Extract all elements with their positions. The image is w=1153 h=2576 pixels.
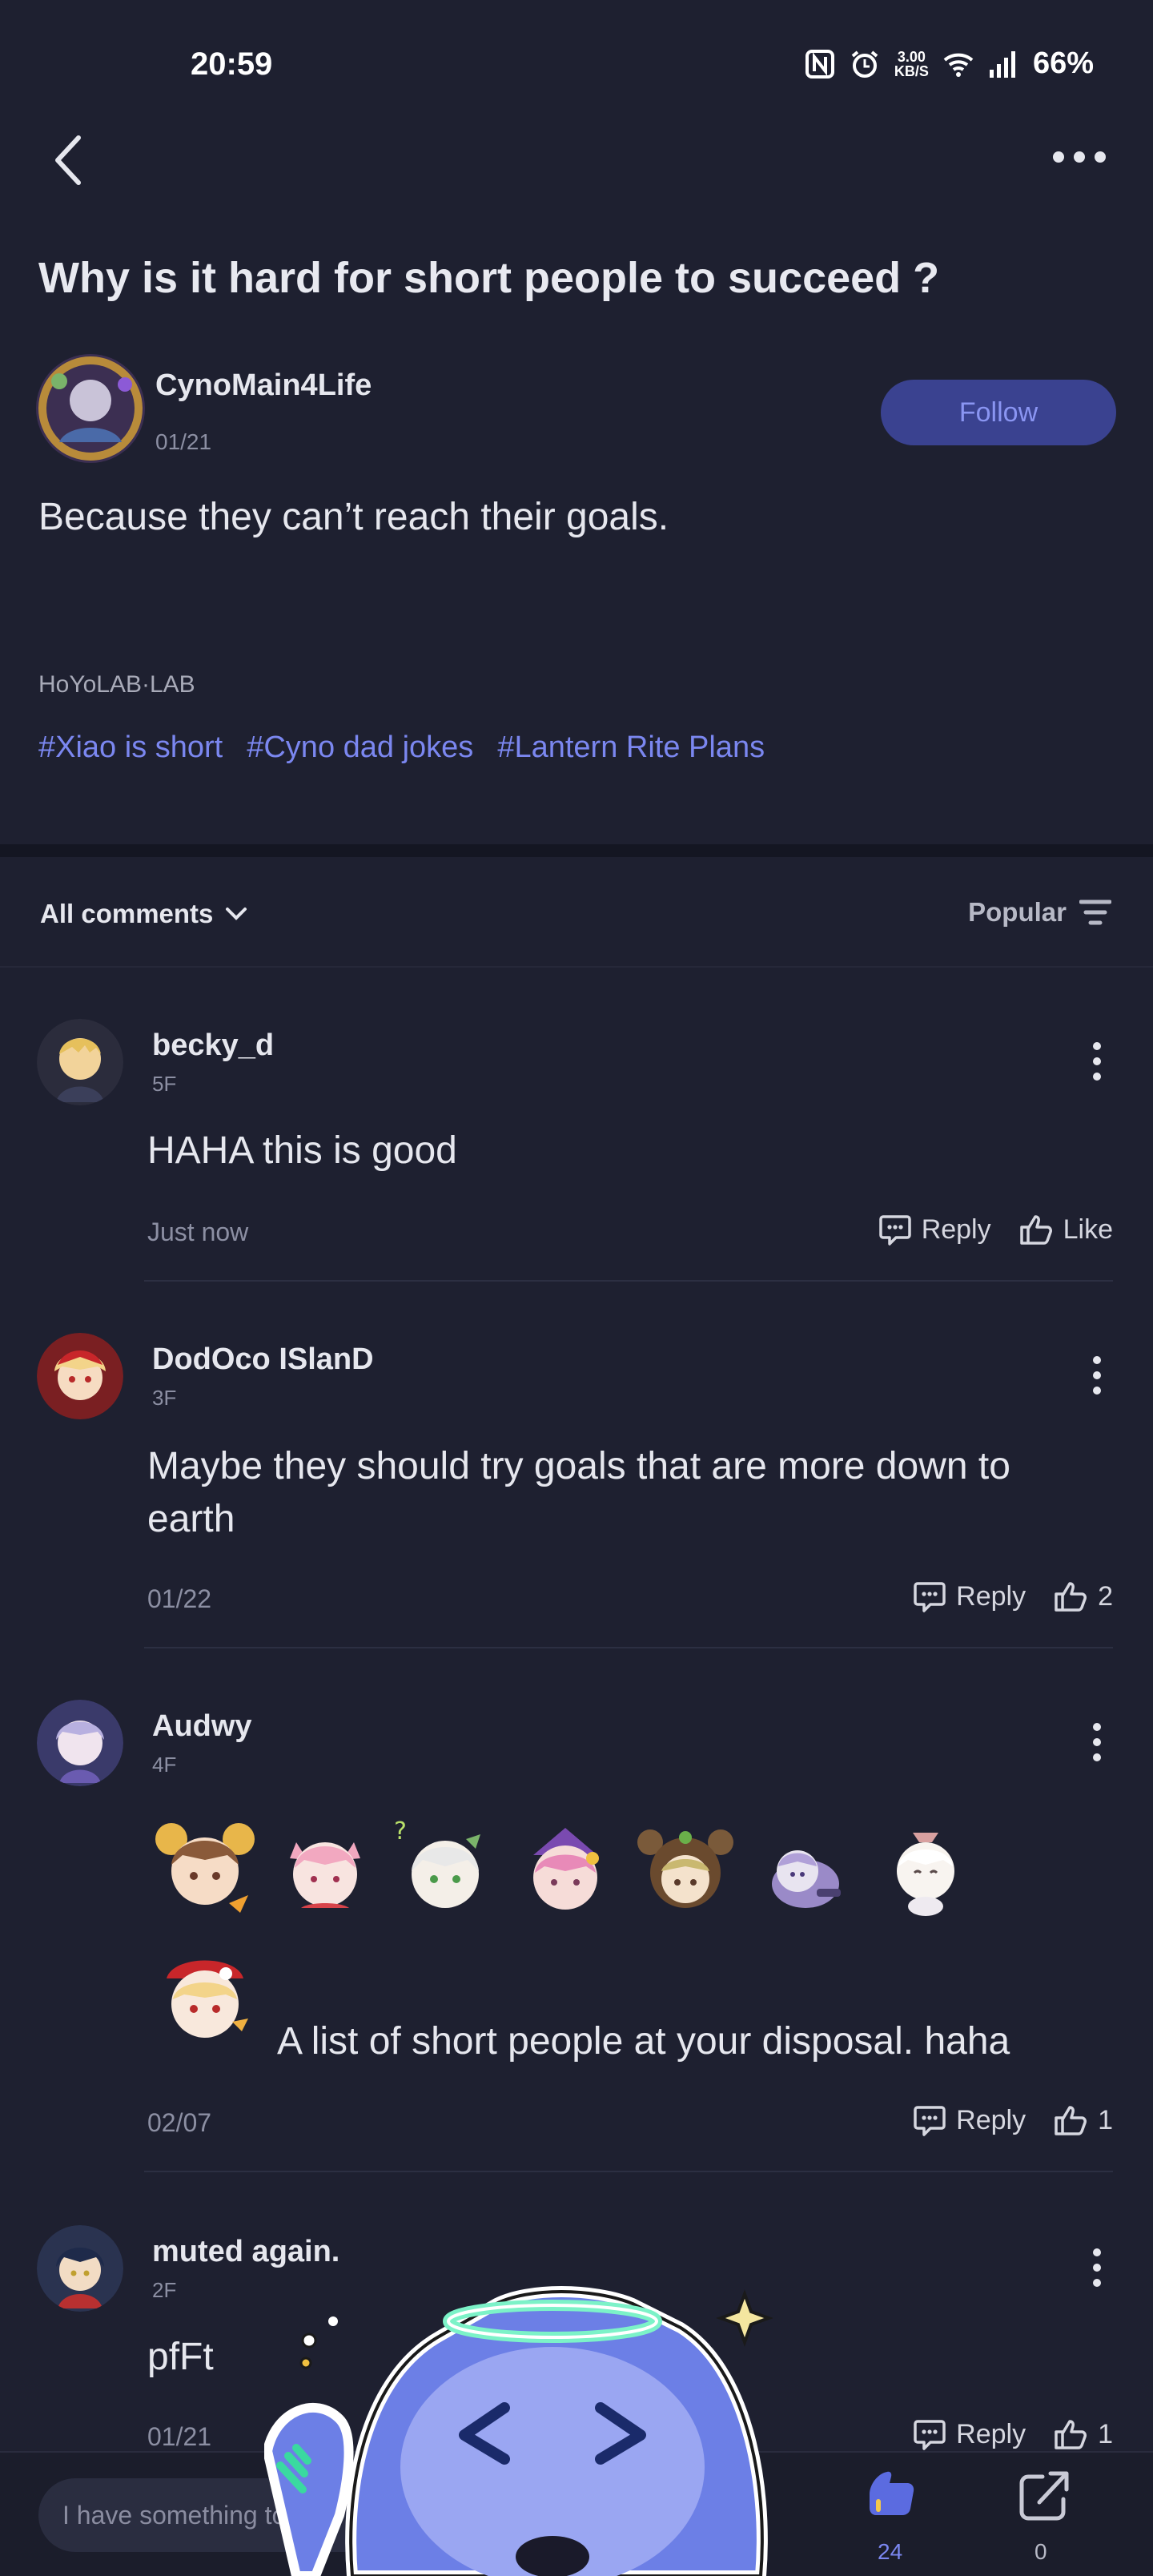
author-avatar[interactable] xyxy=(35,352,146,465)
reply-icon xyxy=(914,1582,946,1612)
wifi-icon xyxy=(943,53,974,77)
chibi-sticker-sayu xyxy=(637,1829,733,1908)
network-speed: 3.00 KB/S xyxy=(894,48,929,79)
comment-divider xyxy=(144,2171,1113,2172)
more-options-icon[interactable] xyxy=(1047,141,1111,173)
post-date: 01/21 xyxy=(155,429,212,454)
divider xyxy=(0,966,1153,968)
commenter-name[interactable]: becky_d xyxy=(152,1028,274,1063)
chibi-sticker-paimon xyxy=(897,1833,954,1916)
comment-divider xyxy=(144,1647,1113,1648)
commenter-avatar[interactable] xyxy=(37,1333,123,1419)
comment-text: A list of short people at your disposal.… xyxy=(277,2020,1010,2063)
thumbs-up-icon xyxy=(1055,2106,1087,2135)
comments-filter[interactable]: All comments xyxy=(40,899,248,929)
chibi-sticker-dori xyxy=(533,1828,599,1910)
commenter-avatar[interactable] xyxy=(37,1700,123,1786)
battery-percent: 66% xyxy=(1032,46,1094,80)
author-name[interactable]: CynoMain4Life xyxy=(155,368,372,403)
nfc-icon xyxy=(805,49,834,78)
comment-floor: 3F xyxy=(152,1386,177,1410)
like-button[interactable]: 1 xyxy=(1053,2417,1113,2451)
comment-menu-icon[interactable] xyxy=(1089,2248,1105,2288)
section-divider xyxy=(0,844,1153,857)
comment-date: 01/22 xyxy=(147,1584,212,1613)
comment-text: pfFt xyxy=(147,2336,214,2378)
thumbs-up-icon xyxy=(1055,2420,1087,2449)
post-like-icon[interactable] xyxy=(862,2467,921,2523)
reply-icon xyxy=(914,2106,946,2136)
comment-date: 02/07 xyxy=(147,2108,212,2137)
commenter-avatar[interactable] xyxy=(37,1019,123,1105)
comment-floor: 4F xyxy=(152,1753,177,1777)
chibi-sticker-klee xyxy=(167,1960,248,2038)
comment-floor: 2F xyxy=(152,2278,177,2302)
like-button[interactable]: 1 xyxy=(1053,2103,1113,2137)
post-body: Because they can’t reach their goals. xyxy=(38,496,669,538)
reply-button[interactable]: Reply xyxy=(913,1580,1026,1613)
reply-button[interactable]: Reply xyxy=(913,2103,1026,2137)
commenter-name[interactable]: DodOco ISlanD xyxy=(152,1342,374,1377)
sort-label: Popular xyxy=(968,897,1067,927)
chibi-sticker-nahida: ? xyxy=(394,1817,480,1908)
comment-actions: Reply 1 xyxy=(913,2417,1113,2451)
comment-divider xyxy=(144,1280,1113,1282)
follow-button[interactable]: Follow xyxy=(881,380,1116,445)
comment-menu-icon[interactable] xyxy=(1089,1355,1105,1395)
like-button[interactable]: 2 xyxy=(1053,1580,1113,1613)
chibi-sticker-yaoyao xyxy=(155,1823,255,1913)
chibi-sticker-qiqi xyxy=(772,1850,841,1908)
tag[interactable]: #Lantern Rite Plans xyxy=(497,731,765,765)
post-title: Why is it hard for short people to succe… xyxy=(38,254,940,302)
reply-button[interactable]: Reply xyxy=(878,1213,991,1246)
tag[interactable]: #Cyno dad jokes xyxy=(247,731,473,765)
reply-button[interactable]: Reply xyxy=(913,2417,1026,2451)
tag[interactable]: #Xiao is short xyxy=(38,731,223,765)
sort-selector[interactable]: Popular xyxy=(968,897,1111,928)
status-time: 20:59 xyxy=(191,46,273,82)
share-icon[interactable] xyxy=(1015,2467,1075,2523)
comment-text: Maybe they should try goals that are mor… xyxy=(147,1445,1010,1540)
comment-menu-icon[interactable] xyxy=(1089,1722,1105,1762)
chevron-down-icon xyxy=(226,908,247,920)
comment-actions: Reply 2 xyxy=(913,1580,1113,1613)
comment-text: HAHA this is good xyxy=(147,1129,457,1172)
status-icons: 3.00 KB/S 66% xyxy=(805,46,1094,81)
commenter-avatar[interactable] xyxy=(37,2225,123,2312)
comment-floor: 5F xyxy=(152,1072,177,1096)
comment-menu-icon[interactable] xyxy=(1089,1041,1105,1081)
chibi-sticker-yae xyxy=(290,1842,360,1908)
comment-date: Just now xyxy=(147,1218,249,1246)
signal-icon xyxy=(989,50,1015,78)
post-source: HoYoLAB·LAB xyxy=(38,671,195,698)
reply-icon xyxy=(914,2420,946,2450)
alarm-icon xyxy=(851,50,878,78)
comments-filter-label: All comments xyxy=(40,899,214,928)
share-count: 0 xyxy=(1034,2539,1047,2564)
svg-text:?: ? xyxy=(394,1817,407,1845)
comment-date: 01/21 xyxy=(147,2422,212,2451)
reply-icon xyxy=(878,1215,911,1246)
comment-actions: Reply Like xyxy=(878,1213,1113,1246)
tag-list: #Xiao is short #Cyno dad jokes #Lantern … xyxy=(38,731,765,765)
mascot-sticker-overlay xyxy=(264,2286,773,2576)
commenter-name[interactable]: Audwy xyxy=(152,1709,252,1744)
post-like-count: 24 xyxy=(878,2539,903,2564)
sort-icon xyxy=(1079,900,1111,925)
commenter-name[interactable]: muted again. xyxy=(152,2235,339,2269)
like-button[interactable]: Like xyxy=(1018,1213,1113,1246)
thumbs-up-icon xyxy=(1019,1215,1052,1245)
back-icon[interactable] xyxy=(46,128,94,192)
comment-actions: Reply 1 xyxy=(913,2103,1113,2137)
thumbs-up-icon xyxy=(1055,1582,1087,1612)
